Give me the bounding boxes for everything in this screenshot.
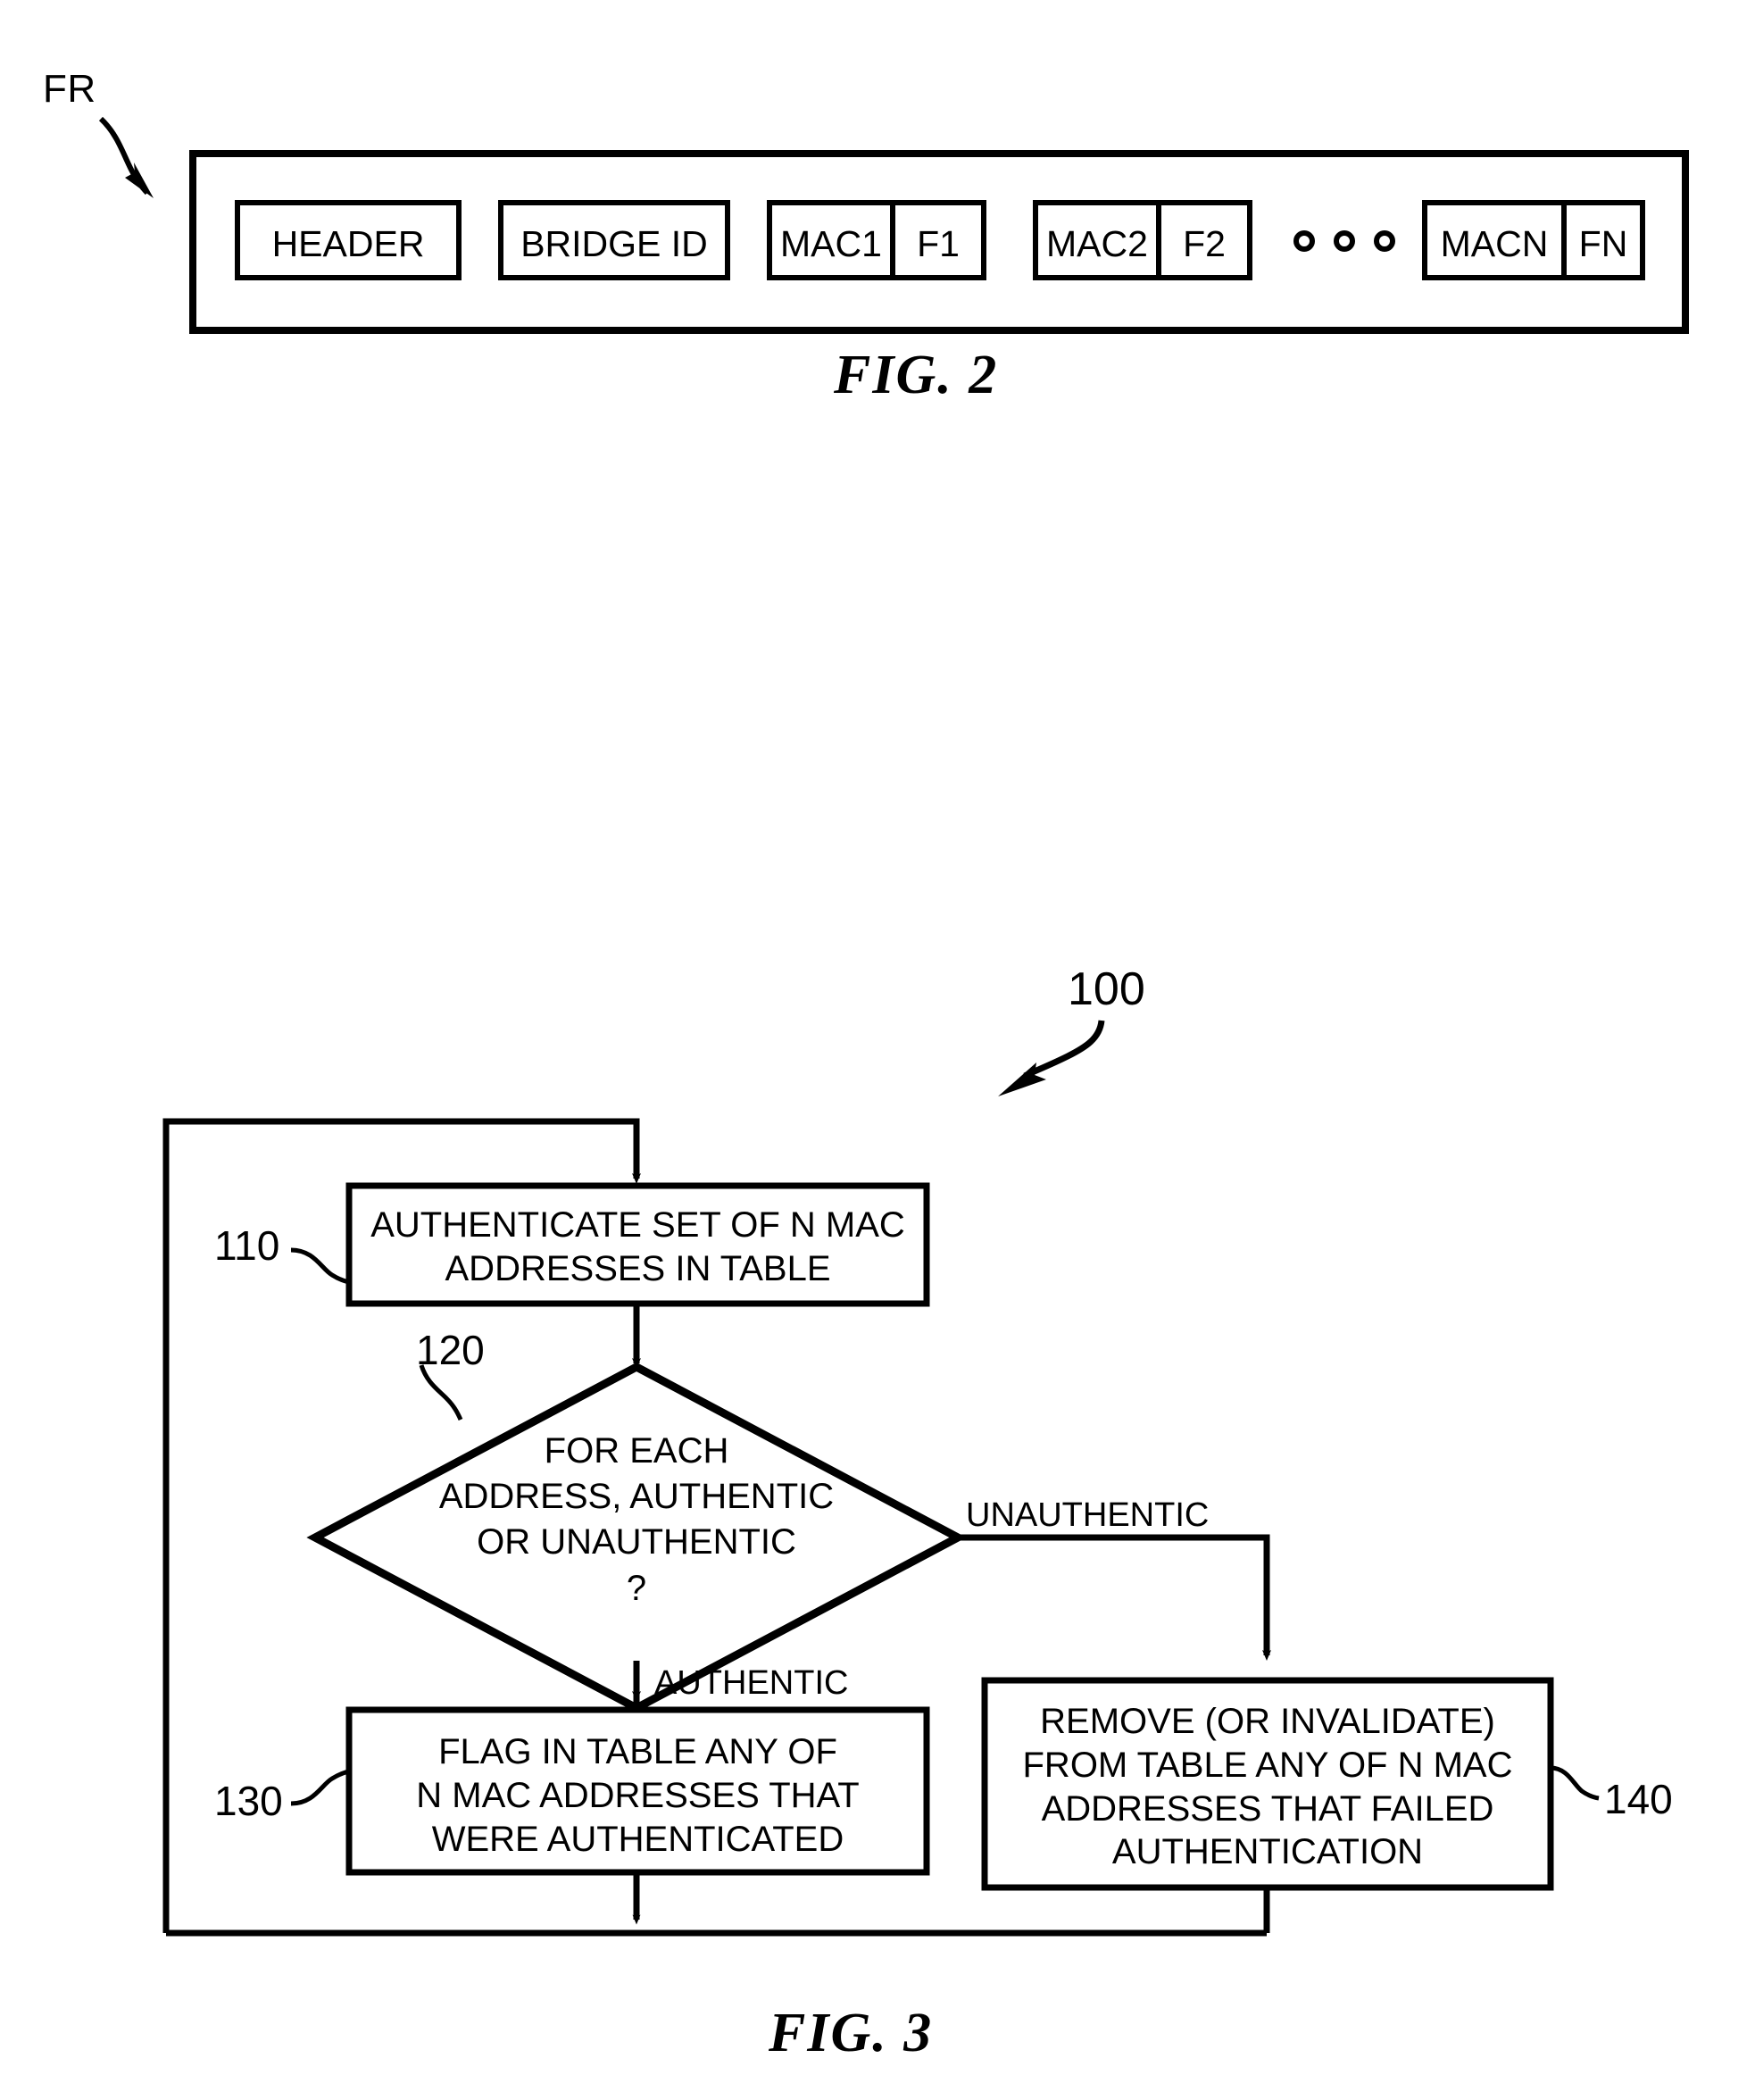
- frame-label-fr: FR: [43, 67, 96, 111]
- header-field-label: HEADER: [271, 223, 425, 264]
- flow-label-100: 100: [1068, 963, 1145, 1015]
- flag2-field-label: F2: [1183, 223, 1226, 264]
- step-120-ref: 120: [416, 1327, 485, 1373]
- step-140-text: REMOVE (OR INVALIDATE) FROM TABLE ANY OF…: [1022, 1702, 1513, 1872]
- step-130-ref: 130: [214, 1778, 283, 1824]
- branch-authentic-label: AUTHENTIC: [654, 1664, 849, 1702]
- step-110-ref: 110: [214, 1222, 280, 1269]
- ellipsis-dots: [1293, 230, 1395, 252]
- flow-leader-arrow: [998, 1020, 1105, 1096]
- step-140-leader: [1550, 1765, 1600, 1801]
- step-130-text: FLAG IN TABLE ANY OF N MAC ADDRESSES THA…: [416, 1732, 860, 1859]
- fig3-caption: FIG. 3: [769, 2003, 934, 2063]
- patent-drawing-sheet: FR HEADER BRIDGE ID MAC1 F1 MAC2 F2 MACN…: [0, 0, 1755, 2100]
- branch-unauthentic-path: [958, 1534, 1271, 1661]
- fr-leader-arrow: [98, 116, 154, 198]
- bridge-id-field-label: BRIDGE ID: [520, 223, 708, 264]
- bottom-return-bus: [166, 1872, 1270, 1937]
- step-140-ref: 140: [1604, 1776, 1673, 1822]
- step-130-leader: [290, 1769, 350, 1806]
- step-110-text: AUTHENTICATE SET OF N MAC ADDRESSES IN T…: [370, 1205, 905, 1288]
- mac1-field-label: MAC1: [780, 223, 882, 264]
- flag1-field-label: F1: [917, 223, 960, 264]
- step-110-leader: [290, 1247, 350, 1285]
- flagn-field-label: FN: [1578, 223, 1628, 264]
- fig2-caption: FIG. 2: [834, 345, 999, 405]
- step-120-text: FOR EACH ADDRESS, AUTHENTIC OR UNAUTHENT…: [438, 1431, 835, 1608]
- mac2-field-label: MAC2: [1046, 223, 1148, 264]
- macn-field-label: MACN: [1440, 223, 1549, 264]
- branch-unauthentic-label: UNAUTHENTIC: [966, 1496, 1210, 1534]
